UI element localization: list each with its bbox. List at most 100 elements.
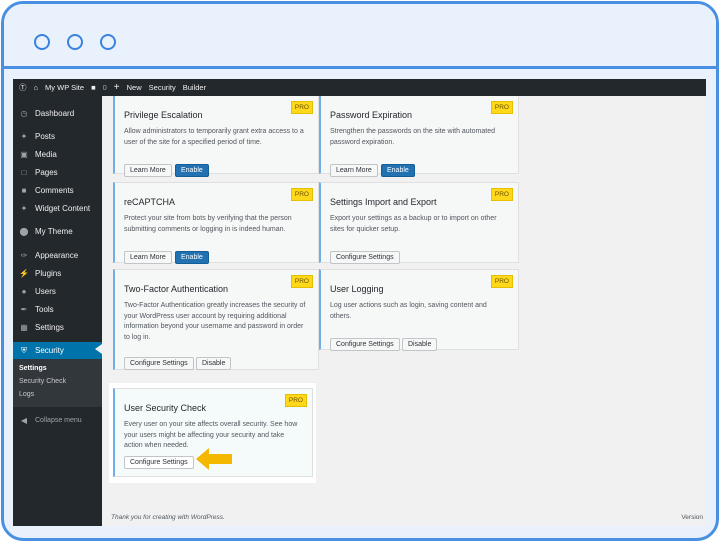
plug-icon: ⚡ (19, 268, 29, 278)
sidebar-item-label: Users (35, 286, 56, 296)
sidebar-item-media[interactable]: ▣ Media (13, 147, 102, 161)
disable-button[interactable]: Disable (196, 357, 232, 370)
sidebar-item-security[interactable]: ⛨ Security (13, 342, 102, 359)
pro-badge: PRO (490, 188, 513, 201)
card-description: Two-Factor Authentication greatly increa… (124, 302, 306, 341)
enable-button[interactable]: Enable (175, 251, 209, 264)
card-title: reCAPTCHA (124, 197, 176, 207)
submenu-item-settings[interactable]: Settings (13, 362, 102, 375)
card-title: User Security Check (124, 403, 207, 413)
card-title: Password Expiration (330, 110, 413, 120)
pro-badge: PRO (284, 394, 307, 407)
card-recaptcha: PRO reCAPTCHA Protect your site from bot… (113, 182, 319, 264)
configure-settings-button[interactable]: Configure Settings (330, 338, 400, 351)
sidebar-item-label: Settings (35, 322, 64, 332)
collapse-menu-button[interactable]: ◀ Collapse menu (13, 413, 102, 427)
sidebar-item-settings[interactable]: ▦ Settings (13, 320, 102, 334)
comment-icon: ■ (21, 185, 27, 195)
security-submenu: Settings Security Check Logs (13, 359, 102, 407)
submenu-item-security-check[interactable]: Security Check (13, 375, 102, 388)
pro-badge: PRO (490, 275, 513, 288)
footer-version: Version (681, 514, 703, 521)
sidebar-item-tools[interactable]: ✒ Tools (13, 302, 102, 316)
card-description: Log user actions such as login, saving c… (330, 302, 487, 320)
window-titlebar (4, 4, 716, 66)
admin-bar: Ⓣ ⌂ My WP Site ■ 0 + New Security Builde… (13, 79, 706, 96)
disable-button[interactable]: Disable (402, 338, 438, 351)
collapse-menu-label: Collapse menu (35, 416, 82, 424)
card-description: Export your settings as a backup or to i… (330, 215, 497, 233)
sidebar-item-label: Security (35, 346, 64, 355)
card-settings-import-export: PRO Settings Import and Export Export yo… (319, 182, 519, 264)
pro-badge: PRO (290, 101, 313, 114)
collapse-icon: ◀ (20, 415, 28, 425)
sidebar-item-label: Dashboard (35, 108, 75, 118)
card-description: Strengthen the passwords on the site wit… (330, 128, 495, 146)
sidebar-item-posts[interactable]: ✦ Posts (13, 129, 102, 143)
configure-settings-button[interactable]: Configure Settings (330, 251, 400, 264)
sidebar-item-label: Pages (35, 167, 58, 177)
home-icon: ⌂ (33, 83, 39, 92)
footer-thanks: Thank you for creating with WordPress. (111, 514, 225, 521)
builder-link[interactable]: Builder (183, 83, 206, 92)
site-name-link[interactable]: My WP Site (45, 83, 84, 92)
comments-count: 0 (102, 83, 107, 92)
sidebar-item-users[interactable]: ● Users (13, 284, 102, 298)
pro-badge: PRO (290, 188, 313, 201)
window-dot-icon[interactable] (100, 34, 116, 50)
wp-admin-screen: Ⓣ ⌂ My WP Site ■ 0 + New Security Builde… (13, 79, 706, 526)
admin-sidebar: ◷ Dashboard ✦ Posts ▣ Media □ Pages ■ Comment… (13, 96, 102, 526)
enable-button[interactable]: Enable (175, 164, 209, 177)
sidebar-item-label: Comments (35, 185, 74, 195)
page-icon: □ (21, 167, 27, 177)
card-user-logging: PRO User Logging Log user actions such a… (319, 269, 519, 351)
sidebar-item-label: My Theme (35, 226, 73, 236)
pin-icon: ✦ (20, 203, 28, 213)
brush-icon: ✑ (20, 250, 28, 260)
pin-icon: ✦ (20, 131, 28, 141)
media-icon: ▣ (20, 149, 28, 159)
settings-icon: ▦ (20, 322, 28, 332)
sidebar-item-label: Appearance (35, 250, 79, 260)
comment-icon[interactable]: ■ (91, 83, 96, 92)
wordpress-logo-icon[interactable]: Ⓣ (19, 82, 27, 93)
enable-button[interactable]: Enable (381, 164, 415, 177)
learn-more-button[interactable]: Learn More (330, 164, 378, 177)
configure-settings-button[interactable]: Configure Settings (124, 357, 194, 370)
sidebar-item-pages[interactable]: □ Pages (13, 165, 102, 179)
configure-settings-button[interactable]: Configure Settings (124, 456, 194, 469)
window-dot-icon[interactable] (34, 34, 50, 50)
new-link[interactable]: New (127, 83, 142, 92)
window-dot-icon[interactable] (67, 34, 83, 50)
plus-icon: + (113, 82, 120, 93)
titlebar-divider (4, 66, 716, 69)
card-description: Protect your site from bots by verifying… (124, 215, 292, 233)
sidebar-item-plugins[interactable]: ⚡ Plugins (13, 266, 102, 280)
security-link[interactable]: Security (149, 83, 176, 92)
sidebar-item-label: Tools (35, 304, 54, 314)
pro-badge: PRO (290, 275, 313, 288)
sidebar-item-my-theme[interactable]: ⬤ My Theme (13, 224, 102, 238)
sidebar-item-label: Media (35, 149, 57, 159)
card-privilege-escalation: PRO Privilege Escalation Allow administr… (113, 96, 319, 177)
dashboard-icon: ◷ (20, 108, 28, 118)
card-title: Privilege Escalation (124, 110, 203, 120)
sidebar-item-dashboard[interactable]: ◷ Dashboard (13, 106, 102, 120)
card-title: Settings Import and Export (330, 197, 437, 207)
card-description: Allow administrators to temporarily gran… (124, 128, 304, 146)
card-two-factor: PRO Two-Factor Authentication Two-Factor… (113, 269, 319, 370)
sidebar-item-label: Posts (35, 131, 56, 141)
wrench-icon: ✒ (20, 304, 28, 314)
card-password-expiration: PRO Password Expiration Strengthen the p… (319, 96, 519, 177)
sidebar-item-appearance[interactable]: ✑ Appearance (13, 248, 102, 262)
sidebar-item-widget-content[interactable]: ✦ Widget Content (13, 201, 102, 215)
sidebar-item-label: Plugins (35, 268, 62, 278)
pro-badge: PRO (490, 101, 513, 114)
submenu-item-logs[interactable]: Logs (13, 388, 102, 401)
learn-more-button[interactable]: Learn More (124, 164, 172, 177)
shield-icon: ⛨ (21, 345, 27, 355)
sidebar-item-label: Widget Content (35, 203, 91, 213)
card-title: User Logging (330, 284, 384, 294)
learn-more-button[interactable]: Learn More (124, 251, 172, 264)
sidebar-item-comments[interactable]: ■ Comments (13, 183, 102, 197)
